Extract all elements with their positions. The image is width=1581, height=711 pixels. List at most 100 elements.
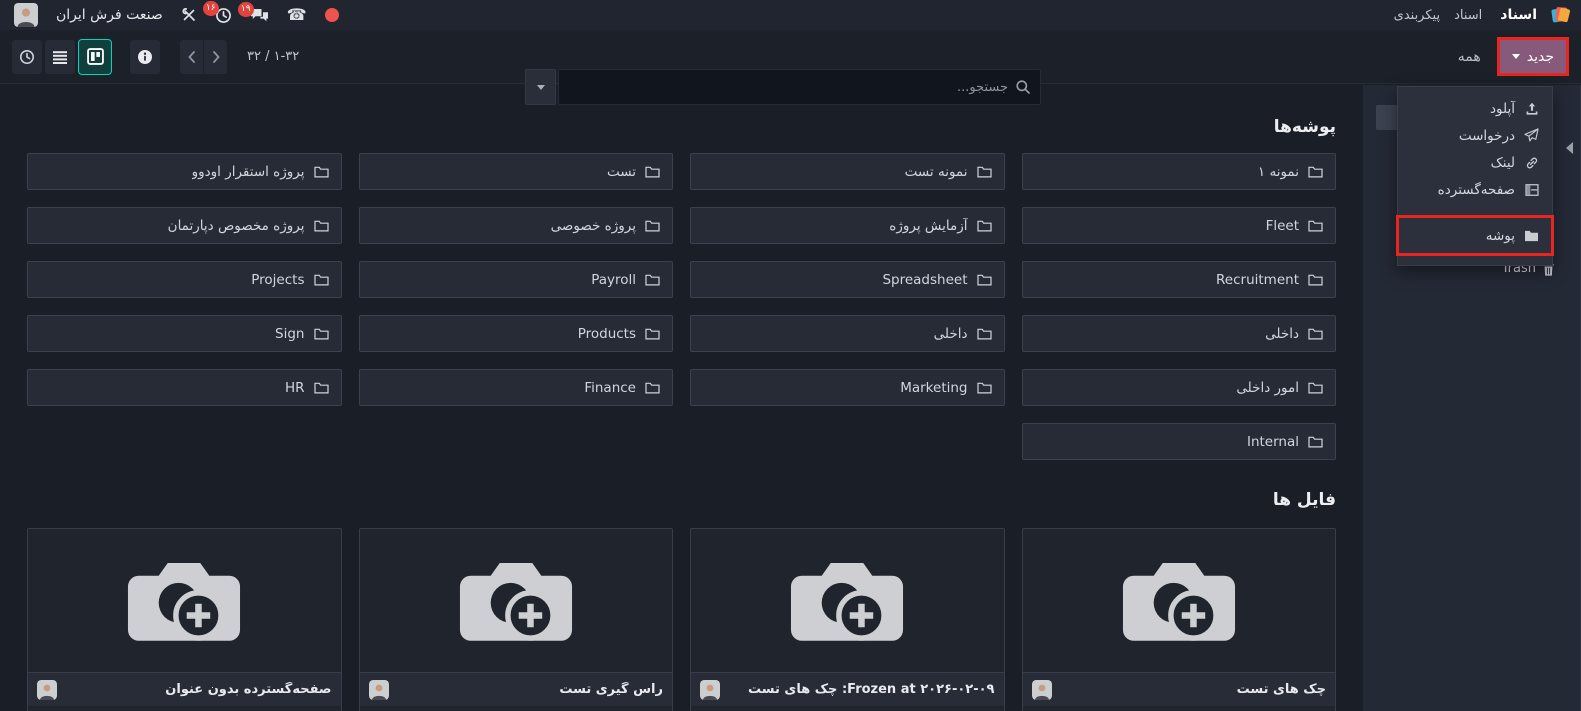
company-name[interactable]: صنعت فرش ایران [56,7,163,23]
owner-avatar[interactable] [37,680,57,700]
view-activity-button[interactable] [12,40,42,74]
folder-card[interactable]: Finance [359,369,674,406]
pager-range: ۳۲ / ۱-۳۲ [247,49,299,64]
file-card[interactable]: راس گیری تست [359,528,674,711]
folder-card[interactable]: داخلی [1022,315,1337,352]
search-options-button[interactable] [525,69,556,105]
menu-item-spreadsheet[interactable]: صفحه‌گسترده [1398,176,1552,203]
documents-app-logo[interactable] [1551,5,1571,25]
file-footer: Frozen at ۲۰۲۶-۰۲-۰۹: چک های تست [691,672,1004,706]
folder-card[interactable]: Projects [27,261,342,298]
folder-card[interactable]: تست [359,153,674,190]
tools-icon[interactable] [181,7,197,23]
folder-outline-icon [977,327,992,340]
folder-card[interactable]: Fleet [1022,207,1337,244]
new-button[interactable]: جدید [1500,40,1566,73]
search-bar [525,69,1041,105]
folder-card[interactable]: Marketing [690,369,1005,406]
menu-configuration[interactable]: پیکربندی [1394,8,1440,23]
messages-icon[interactable]: ۱۹ [250,8,269,23]
user-avatar[interactable] [14,3,38,27]
view-and-pager-group: ۳۲ / ۱-۳۲ [12,39,299,75]
folder-card[interactable]: پروژه خصوصی [359,207,674,244]
search-icon [1015,79,1031,95]
activities-clock-icon[interactable]: ۱۶ [215,7,232,24]
status-dot-icon[interactable] [325,8,339,22]
pager-next-button[interactable] [204,40,227,74]
menu-divider [1398,203,1552,215]
sidebar-collapse-arrow-icon[interactable] [1566,142,1573,154]
folder-card[interactable]: آزمایش پروژه [690,207,1005,244]
control-panel: جدید همه [0,30,1581,84]
file-card[interactable]: چک های تست [1022,528,1337,711]
folders-grid: نمونه ۱ نمونه تست تست پروژه استقرار اودو… [27,153,1336,460]
folder-card[interactable]: HR [27,369,342,406]
folder-outline-icon [1308,381,1323,394]
folder-card[interactable]: امور داخلی [1022,369,1337,406]
view-list-button[interactable] [45,40,75,74]
documents-kanban-area: پوشه‌ها نمونه ۱ نمونه تست تست پروژه استق… [0,85,1363,711]
folder-card[interactable]: Internal [1022,423,1337,460]
file-footer: چک های تست [1023,672,1336,706]
folder-outline-icon [1308,219,1323,232]
folder-outline-icon [645,381,660,394]
folder-card[interactable]: پروژه مخصوص دپارتمان [27,207,342,244]
file-thumbnail [1023,529,1336,672]
camera-plus-icon [1121,554,1237,648]
owner-avatar[interactable] [369,680,389,700]
menu-item-label: درخواست [1459,128,1515,144]
file-card[interactable]: صفحه‌گسترده بدون عنوان [27,528,342,711]
folder-card[interactable]: Products [359,315,674,352]
folder-card[interactable]: پروژه استقرار اودوو [27,153,342,190]
menu-item-label: پوشه [1486,228,1515,244]
folder-card[interactable]: Payroll [359,261,674,298]
file-card[interactable]: Frozen at ۲۰۲۶-۰۲-۰۹: چک های تست [690,528,1005,711]
menu-item-request[interactable]: درخواست [1398,122,1552,149]
filter-all[interactable]: همه [1458,49,1481,65]
menu-item-folder[interactable]: پوشه [1398,222,1552,249]
paper-plane-icon [1524,128,1539,143]
folder-outline-icon [314,165,329,178]
owner-avatar[interactable] [700,680,720,700]
folders-section-title: پوشه‌ها [27,117,1336,137]
owner-avatar[interactable] [1032,680,1052,700]
file-title: Frozen at ۲۰۲۶-۰۲-۰۹: چک های تست [748,682,994,697]
folder-outline-icon [1308,273,1323,286]
file-thumbnail [360,529,673,672]
menu-documents[interactable]: اسناد [1454,8,1482,23]
voip-phone-icon[interactable]: ☎ [287,7,307,23]
camera-plus-icon [458,554,574,648]
menu-item-label: صفحه‌گسترده [1438,182,1515,198]
menu-item-upload[interactable]: آپلود [1398,95,1552,122]
spreadsheet-icon [1524,183,1539,197]
folder-outline-icon [314,273,329,286]
folder-outline-icon [314,381,329,394]
menu-item-link[interactable]: لینک [1398,149,1552,176]
search-input[interactable] [559,70,1040,104]
folder-card[interactable]: Sign [27,315,342,352]
files-section-title: فایل ها [27,490,1336,510]
folder-outline-icon [1308,435,1323,448]
search-field[interactable] [558,69,1041,105]
file-thumbnail [691,529,1004,672]
folder-outline-icon [645,219,660,232]
folder-card[interactable]: نمونه تست [690,153,1005,190]
folder-card[interactable]: داخلی [690,315,1005,352]
activity-count-badge: ۱۶ [203,1,219,16]
info-button[interactable] [130,40,160,74]
folder-outline-icon [1308,165,1323,178]
pager-previous-button[interactable] [180,40,203,74]
folder-card[interactable]: Recruitment [1022,261,1337,298]
chevron-down-icon [537,85,545,90]
file-title: راس گیری تست [559,682,663,697]
folder-card[interactable]: Spreadsheet [690,261,1005,298]
view-kanban-button[interactable] [78,39,112,75]
message-count-badge: ۱۹ [238,2,254,17]
folder-outline-icon [977,273,992,286]
folder-outline-icon [314,219,329,232]
camera-plus-icon [126,554,242,648]
app-title[interactable]: اسناد [1500,7,1537,23]
menu-item-label: لینک [1491,155,1515,171]
folder-card[interactable]: نمونه ۱ [1022,153,1337,190]
file-thumbnail [28,529,341,672]
